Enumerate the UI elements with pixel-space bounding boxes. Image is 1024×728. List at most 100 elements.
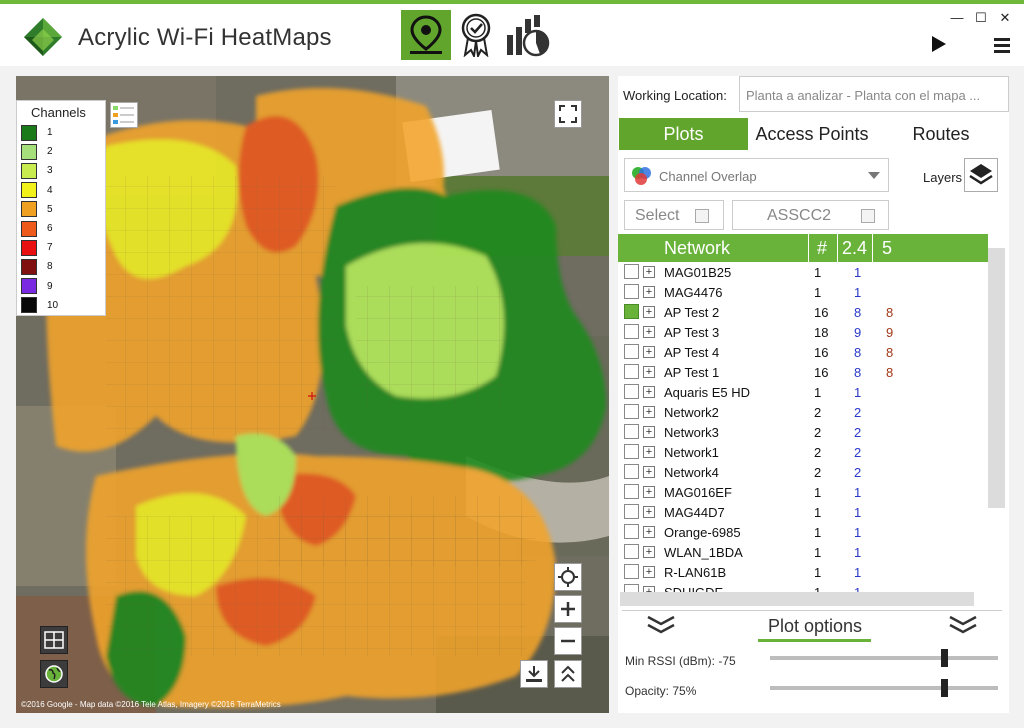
expand-plus-icon[interactable]: +: [643, 386, 655, 398]
expand-plus-icon[interactable]: +: [643, 266, 655, 278]
opacity-slider[interactable]: [770, 679, 998, 697]
table-row[interactable]: + WLAN_1BDA 1 1: [618, 542, 988, 562]
filter-select-box[interactable]: Select: [624, 200, 724, 230]
row-checkbox[interactable]: [624, 324, 639, 339]
expand-plus-icon[interactable]: +: [643, 326, 655, 338]
heatmap-mode-button[interactable]: [401, 10, 451, 60]
mini-legend-icon[interactable]: [110, 102, 138, 128]
min-rssi-slider[interactable]: [770, 649, 998, 667]
filter-select-checkbox[interactable]: [695, 209, 709, 223]
expand-plus-icon[interactable]: +: [643, 426, 655, 438]
expand-plus-icon[interactable]: +: [643, 546, 655, 558]
table-row[interactable]: + AP Test 4 16 8 8: [618, 342, 988, 362]
row-checkbox[interactable]: [624, 384, 639, 399]
row-checkbox[interactable]: [624, 464, 639, 479]
map-source-button[interactable]: [40, 660, 68, 688]
vertical-scrollbar-thumb[interactable]: [988, 248, 1005, 508]
layers-button[interactable]: [964, 158, 998, 192]
column-5ghz[interactable]: 5: [882, 234, 892, 262]
tab-routes[interactable]: Routes: [876, 118, 1006, 150]
row-checkbox[interactable]: [624, 544, 639, 559]
close-button[interactable]: ✕: [994, 10, 1016, 26]
expand-plus-icon[interactable]: +: [643, 346, 655, 358]
download-button[interactable]: [520, 660, 548, 688]
table-row[interactable]: + MAG01B25 1 1: [618, 262, 988, 282]
table-row[interactable]: + Network2 2 2: [618, 402, 988, 422]
minimize-button[interactable]: —: [946, 10, 968, 25]
expand-up-button[interactable]: [554, 660, 582, 688]
expand-plus-icon[interactable]: +: [643, 366, 655, 378]
download-icon: [526, 666, 542, 682]
table-row[interactable]: +SDHIGDE11: [618, 582, 988, 592]
table-row[interactable]: + Network4 2 2: [618, 462, 988, 482]
table-row[interactable]: + Network3 2 2: [618, 422, 988, 442]
hamburger-menu-icon[interactable]: [994, 38, 1010, 56]
zoom-in-button[interactable]: [554, 595, 582, 623]
table-row[interactable]: + Orange-6985 1 1: [618, 522, 988, 542]
ssid-filter-box[interactable]: ASSCC2: [732, 200, 889, 230]
expand-plus-icon[interactable]: +: [643, 526, 655, 538]
table-row[interactable]: + Network1 2 2: [618, 442, 988, 462]
layout-toggle-button[interactable]: [40, 626, 68, 654]
certificate-mode-button[interactable]: [451, 10, 501, 60]
row-checkbox[interactable]: [624, 504, 639, 519]
row-checkbox[interactable]: [624, 424, 639, 439]
plus-icon: [561, 602, 575, 616]
expand-plus-icon[interactable]: +: [643, 286, 655, 298]
table-row[interactable]: + AP Test 1 16 8 8: [618, 362, 988, 382]
row-checkbox[interactable]: [624, 584, 639, 592]
legend-label: 1: [47, 127, 53, 139]
expand-plus-icon[interactable]: +: [643, 306, 655, 318]
award-badge-icon: [461, 13, 491, 57]
row-checkbox[interactable]: [624, 304, 639, 319]
min-rssi-slider-thumb[interactable]: [941, 649, 948, 667]
heatmap-view[interactable]: Channels 1 2 3 4 5 6 7 8 9 10 ©2016 Goog…: [16, 76, 609, 713]
expand-plus-icon[interactable]: +: [643, 506, 655, 518]
reports-mode-button[interactable]: [503, 10, 553, 60]
table-row[interactable]: + Aquaris E5 HD 1 1: [618, 382, 988, 402]
network-name: Orange-6985: [664, 525, 741, 540]
collapse-left-icon[interactable]: [646, 614, 676, 636]
table-row[interactable]: + AP Test 2 16 8 8: [618, 302, 988, 322]
row-checkbox[interactable]: [624, 404, 639, 419]
row-checkbox[interactable]: [624, 524, 639, 539]
locate-button[interactable]: [554, 563, 582, 591]
row-checkbox[interactable]: [624, 264, 639, 279]
table-row[interactable]: + R-LAN61B 1 1: [618, 562, 988, 582]
row-checkbox[interactable]: [624, 344, 639, 359]
row-checkbox[interactable]: [624, 564, 639, 579]
column-network[interactable]: Network: [664, 234, 730, 262]
fullscreen-button[interactable]: [554, 100, 582, 128]
table-row[interactable]: + MAG016EF 1 1: [618, 482, 988, 502]
ap-count: 16: [814, 305, 829, 320]
maximize-button[interactable]: ☐: [970, 10, 992, 26]
ap-count: 1: [814, 385, 822, 400]
play-icon[interactable]: [930, 34, 948, 54]
row-checkbox[interactable]: [624, 364, 639, 379]
expand-plus-icon[interactable]: +: [643, 446, 655, 458]
plot-options-title[interactable]: Plot options: [768, 616, 862, 637]
row-checkbox[interactable]: [624, 284, 639, 299]
expand-plus-icon[interactable]: +: [643, 566, 655, 578]
working-location-select[interactable]: Planta a analizar - Planta con el mapa .…: [739, 76, 1009, 112]
column-24ghz[interactable]: 2.4: [842, 234, 867, 262]
horizontal-scrollbar[interactable]: [620, 592, 974, 606]
legend-row: 8: [17, 257, 105, 276]
collapse-right-icon[interactable]: [948, 614, 978, 636]
table-row[interactable]: + MAG4476 1 1: [618, 282, 988, 302]
row-checkbox[interactable]: [624, 444, 639, 459]
row-checkbox[interactable]: [624, 484, 639, 499]
table-row[interactable]: + MAG44D7 1 1: [618, 502, 988, 522]
expand-plus-icon[interactable]: +: [643, 406, 655, 418]
column-divider: [872, 234, 873, 262]
zoom-out-button[interactable]: [554, 627, 582, 655]
opacity-slider-thumb[interactable]: [941, 679, 948, 697]
table-row[interactable]: + AP Test 3 18 9 9: [618, 322, 988, 342]
expand-plus-icon[interactable]: +: [643, 486, 655, 498]
plot-type-select[interactable]: Channel Overlap: [624, 158, 889, 192]
tab-plots[interactable]: Plots: [619, 118, 748, 150]
expand-plus-icon[interactable]: +: [643, 466, 655, 478]
ssid-filter-checkbox[interactable]: [861, 209, 875, 223]
column-count[interactable]: #: [817, 234, 827, 262]
tab-access-points[interactable]: Access Points: [748, 118, 876, 150]
